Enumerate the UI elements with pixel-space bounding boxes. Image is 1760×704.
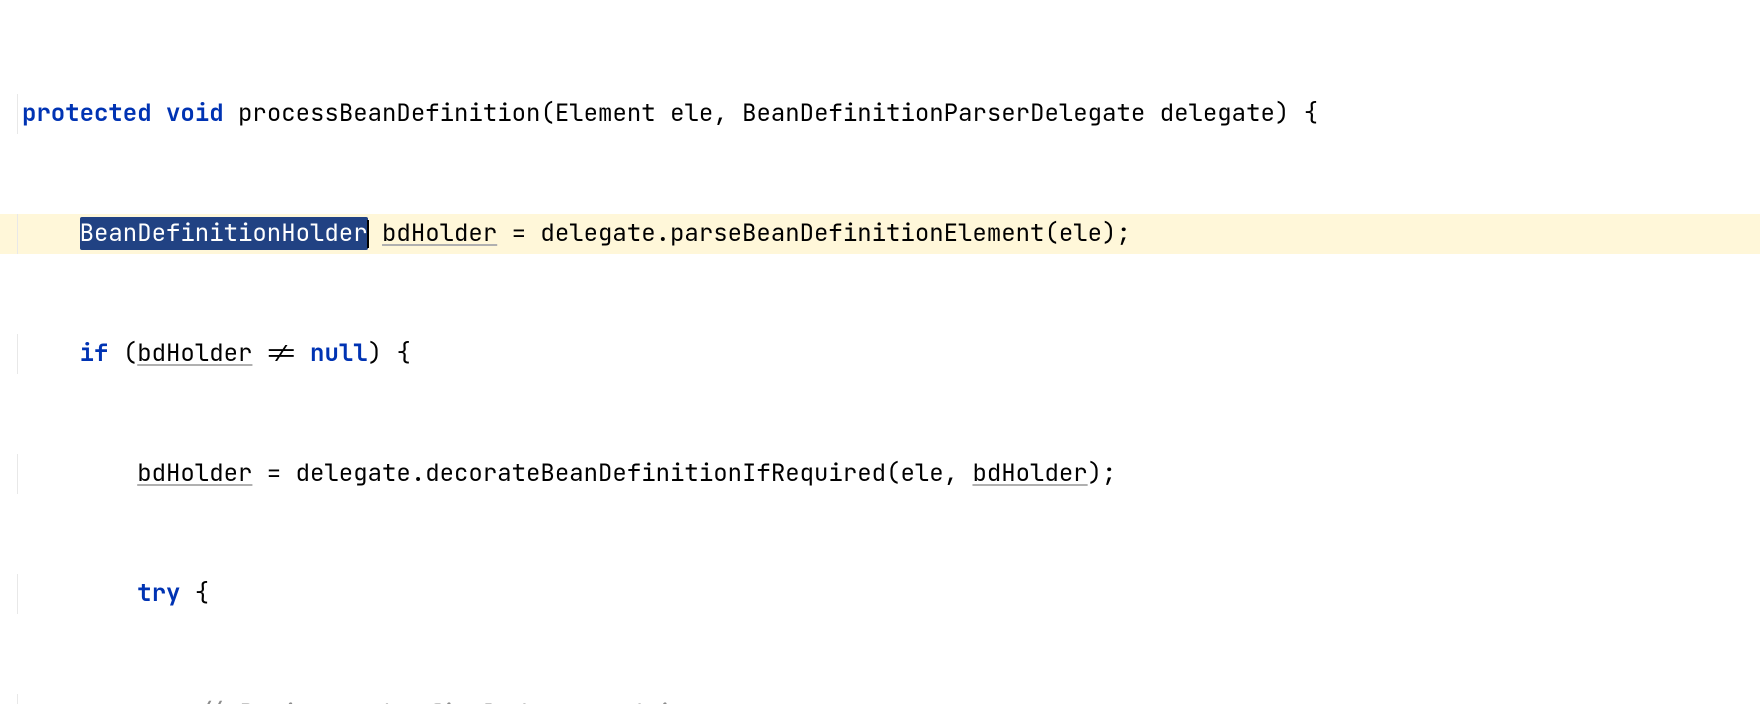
code-line[interactable]: bdHolder = delegate.decorateBeanDefiniti… — [0, 454, 1760, 494]
code-line-highlighted[interactable]: BeanDefinitionHolder bdHolder = delegate… — [0, 214, 1760, 254]
gutter — [0, 694, 18, 704]
keyword-try: try — [137, 578, 180, 609]
arg: ele — [1059, 218, 1102, 249]
gutter — [0, 214, 18, 254]
method-call: parseBeanDefinitionElement — [670, 218, 1044, 249]
variable: bdHolder — [137, 458, 252, 489]
arg: ele — [900, 458, 943, 489]
code-editor[interactable]: protected void processBeanDefinition(Ele… — [0, 0, 1760, 704]
variable: bdHolder — [382, 218, 497, 249]
code-line[interactable]: protected void processBeanDefinition(Ele… — [0, 94, 1760, 134]
comment: // Register the final decorated instance… — [195, 698, 785, 704]
identifier: delegate — [296, 458, 411, 489]
gutter — [0, 454, 18, 494]
code-line[interactable]: // Register the final decorated instance… — [0, 694, 1760, 704]
code-line[interactable]: try { — [0, 574, 1760, 614]
keyword-null: null — [310, 338, 368, 369]
arg: bdHolder — [972, 458, 1087, 489]
gutter — [0, 574, 18, 614]
method-call: decorateBeanDefinitionIfRequired — [425, 458, 886, 489]
keyword-if: if — [80, 338, 109, 369]
selected-text[interactable]: BeanDefinitionHolder — [80, 217, 368, 250]
text-caret — [367, 220, 369, 248]
keyword-void: void — [166, 98, 224, 129]
variable: bdHolder — [137, 338, 252, 369]
method-name: processBeanDefinition — [238, 98, 540, 129]
param-type: BeanDefinitionParserDelegate — [742, 98, 1145, 129]
identifier: delegate — [540, 218, 655, 249]
gutter — [0, 334, 18, 374]
param-type: Element — [555, 98, 656, 129]
param-name: ele — [670, 98, 713, 129]
gutter — [0, 94, 18, 134]
code-line[interactable]: if (bdHolder != null) { — [0, 334, 1760, 374]
param-name: delegate — [1160, 98, 1275, 129]
keyword-protected: protected — [22, 98, 152, 129]
